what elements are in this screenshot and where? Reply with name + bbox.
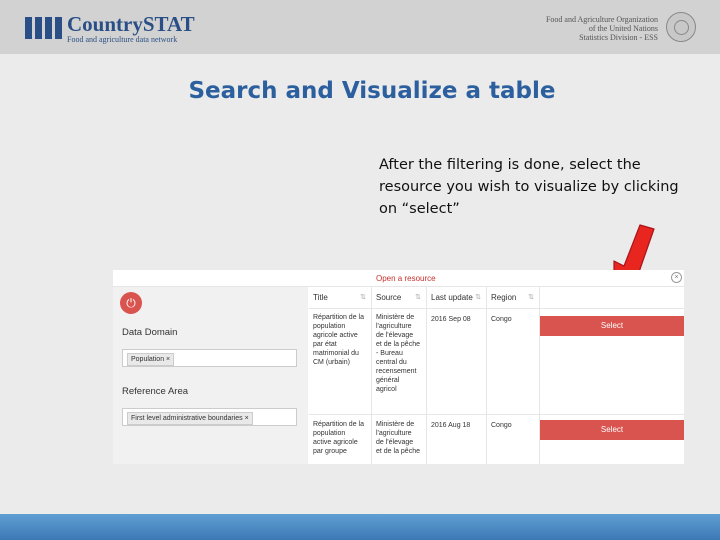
power-icon[interactable]: ⏻ bbox=[120, 292, 142, 314]
cell-line: et de la pêche bbox=[376, 341, 420, 348]
instruction-text: After the filtering is done, select the … bbox=[379, 157, 679, 217]
cell-line: l'agriculture bbox=[376, 430, 412, 437]
column-header-label: Region bbox=[491, 293, 517, 302]
reference-area-label: Reference Area bbox=[122, 386, 189, 397]
modal-title: Open a resource bbox=[376, 274, 436, 283]
cell-line: de l'élevage bbox=[376, 332, 414, 339]
sort-icon: ⇅ bbox=[415, 294, 421, 301]
cell-line: agricol bbox=[376, 386, 397, 393]
column-header-label: Last update bbox=[431, 293, 473, 302]
sort-icon: ⇅ bbox=[475, 294, 481, 301]
cell-line: par groupe bbox=[313, 448, 347, 455]
tag-label: First level administrative boundaries bbox=[131, 415, 243, 422]
column-header-last-update[interactable]: Last update ⇅ bbox=[427, 287, 487, 309]
column-header-label: Title bbox=[313, 293, 328, 302]
fao-org-name: Food and Agriculture Organization of the… bbox=[546, 15, 658, 42]
slide-title: Search and Visualize a table bbox=[188, 78, 556, 104]
cell-last-update: 2016 Aug 18 bbox=[431, 422, 471, 429]
remove-tag-icon[interactable]: × bbox=[245, 415, 249, 422]
cell-line: Répartition de la bbox=[313, 421, 364, 428]
cell-line: Ministère de bbox=[376, 421, 415, 428]
close-icon[interactable]: × bbox=[671, 272, 682, 283]
brand-tagline: Food and agriculture data network bbox=[67, 35, 178, 44]
header-bar: CountrySTAT Food and agriculture data ne… bbox=[0, 0, 720, 54]
column-header-region[interactable]: Region ⇅ bbox=[487, 287, 540, 309]
sort-icon: ⇅ bbox=[528, 294, 534, 301]
cell-last-update: 2016 Sep 08 bbox=[431, 316, 471, 323]
brand-name: CountrySTAT bbox=[67, 12, 195, 36]
column-header-title[interactable]: Title ⇅ bbox=[309, 287, 372, 309]
column-header-source[interactable]: Source ⇅ bbox=[372, 287, 427, 309]
fao-seal-logo bbox=[666, 12, 696, 42]
select-button[interactable]: Select bbox=[540, 316, 684, 336]
fao-line: Food and Agriculture Organization bbox=[545, 15, 658, 24]
tag-label: Population bbox=[131, 356, 165, 363]
logo-bars-icon bbox=[25, 17, 63, 39]
cell-line: matrimonial du bbox=[313, 350, 359, 357]
cell-line: par état bbox=[313, 341, 337, 348]
sort-icon: ⇅ bbox=[360, 294, 366, 301]
modal-header: Open a resource × bbox=[113, 270, 684, 287]
cell-title: Répartition de la population agricole ac… bbox=[309, 313, 371, 367]
row-divider bbox=[309, 414, 684, 415]
cell-line: population bbox=[313, 430, 346, 437]
column-header-action bbox=[540, 287, 684, 309]
data-domain-select[interactable]: Population × bbox=[122, 349, 297, 367]
cell-region: Congo bbox=[491, 316, 512, 323]
cell-line: - Bureau bbox=[376, 350, 403, 357]
cell-line: CM (urbain) bbox=[313, 359, 350, 366]
cell-line: recensement bbox=[376, 368, 417, 375]
cell-line: active agricole bbox=[313, 439, 358, 446]
open-resource-screenshot: Open a resource × ⏻ Data Domain Populati… bbox=[113, 270, 684, 464]
select-button[interactable]: Select bbox=[540, 420, 684, 440]
cell-line: de l'élevage bbox=[376, 439, 414, 446]
cell-line: agricole active bbox=[313, 332, 358, 339]
resource-table: Title ⇅ Source ⇅ Last update ⇅ Region ⇅ Répa… bbox=[309, 287, 684, 464]
column-header-label: Source bbox=[376, 293, 402, 302]
cell-source: Ministère de l'agriculture de l'élevage … bbox=[372, 313, 427, 394]
cell-source: Ministère de l'agriculture de l'élevage … bbox=[372, 420, 427, 456]
remove-tag-icon[interactable]: × bbox=[166, 356, 170, 363]
fao-line: Statistics Division - ESS bbox=[579, 33, 658, 42]
filter-panel: ⏻ Data Domain Population × Reference Are… bbox=[113, 287, 308, 464]
cell-line: Ministère de bbox=[376, 314, 415, 321]
cell-line: population bbox=[313, 323, 346, 330]
cell-title: Répartition de la population active agri… bbox=[309, 420, 371, 456]
cell-line: général bbox=[376, 377, 400, 384]
cell-line: central du bbox=[376, 359, 407, 366]
reference-area-tag[interactable]: First level administrative boundaries × bbox=[127, 412, 253, 425]
cell-line: et de la pêche bbox=[376, 448, 420, 455]
cell-line: l'agriculture bbox=[376, 323, 412, 330]
column-divider bbox=[486, 287, 487, 464]
footer-bar bbox=[0, 514, 720, 540]
cell-line: Répartition de la bbox=[313, 314, 364, 321]
data-domain-tag[interactable]: Population × bbox=[127, 353, 175, 366]
fao-line: of the United Nations bbox=[588, 24, 658, 33]
reference-area-select[interactable]: First level administrative boundaries × bbox=[122, 408, 297, 426]
cell-region: Congo bbox=[491, 422, 512, 429]
data-domain-label: Data Domain bbox=[122, 327, 178, 338]
